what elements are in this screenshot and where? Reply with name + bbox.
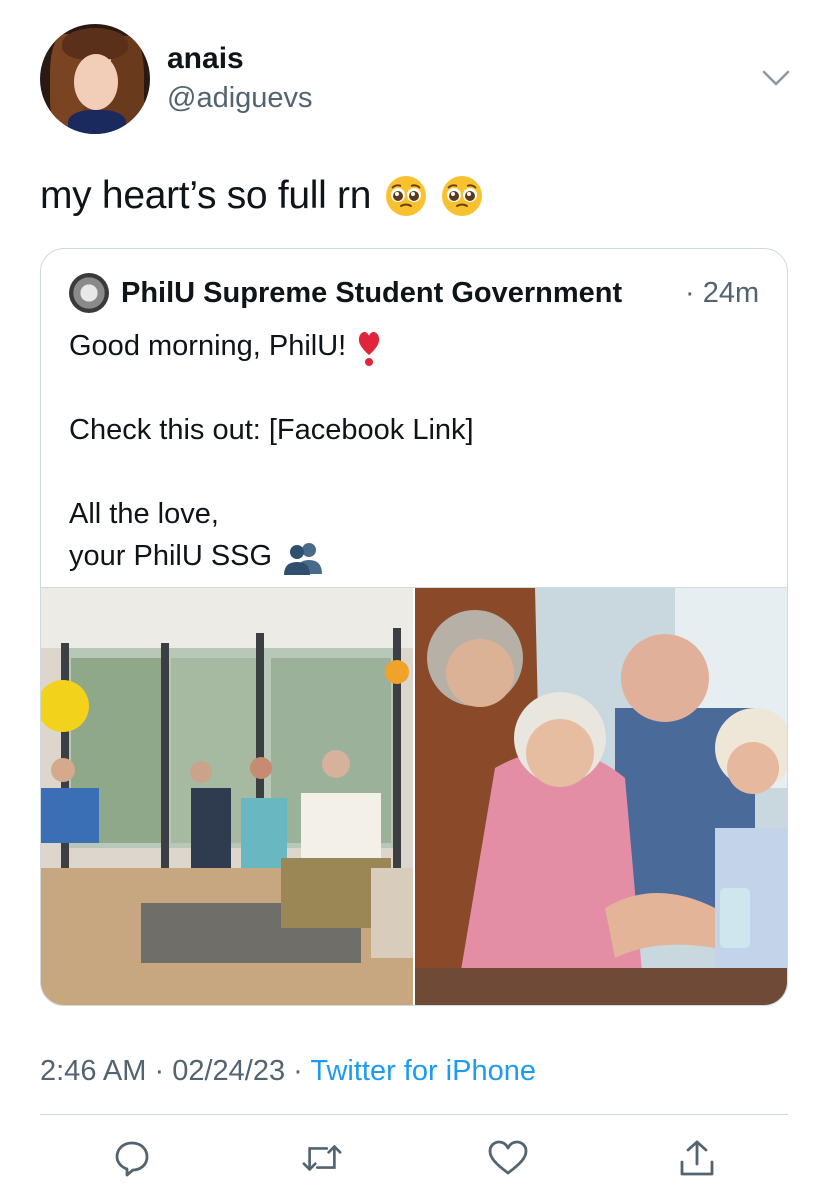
- quoted-tweet-body: Good morning, PhilU! Check this out: [Fa…: [69, 325, 759, 577]
- retweet-icon: [302, 1145, 342, 1171]
- quoted-author-avatar: [69, 273, 109, 313]
- quoted-author-name: PhilU Supreme Student Government: [121, 277, 623, 309]
- reply-button[interactable]: [112, 1138, 152, 1178]
- like-icon: [488, 1140, 528, 1175]
- tweet-source-link[interactable]: Twitter for iPhone: [310, 1055, 536, 1087]
- quoted-time: · 24m: [685, 277, 760, 309]
- media-photo-right[interactable]: [415, 588, 787, 1005]
- tweet-text: my heart’s so full rn: [40, 172, 483, 220]
- author-avatar[interactable]: [40, 24, 150, 134]
- tweet-body: my heart’s so full rn: [40, 174, 372, 217]
- quoted-tweet-card[interactable]: PhilU Supreme Student Government · 24m G…: [40, 248, 788, 1006]
- reply-icon: [115, 1141, 149, 1177]
- pleading-face-icon: [386, 176, 427, 216]
- share-button[interactable]: [677, 1138, 717, 1178]
- media-photo-left[interactable]: [41, 588, 413, 1005]
- tweet-time: 2:46 AM: [40, 1055, 147, 1087]
- tweet-date: 02/24/23: [172, 1055, 286, 1087]
- quoted-line-signoff: All the love,: [69, 498, 219, 531]
- quoted-line-greeting: Good morning, PhilU!: [69, 330, 347, 362]
- author-handle[interactable]: @adiguevs: [167, 80, 313, 116]
- meta-separator: ·: [285, 1055, 311, 1087]
- divider: [40, 1114, 788, 1115]
- busts-in-silhouette-icon: [284, 542, 323, 575]
- like-button[interactable]: [488, 1138, 528, 1178]
- tweet-meta: 2:46 AM · 02/24/23 · Twitter for iPhone: [40, 1052, 536, 1090]
- chevron-down-icon[interactable]: [760, 64, 792, 92]
- quoted-line-signature: your PhilU SSG: [69, 540, 273, 573]
- author-display-name[interactable]: anais: [167, 40, 244, 78]
- heart-exclamation-icon: [359, 332, 380, 367]
- meta-separator: ·: [146, 1055, 173, 1087]
- pleading-face-icon: [442, 176, 483, 216]
- quoted-media-grid[interactable]: [41, 587, 787, 1005]
- share-icon: [680, 1140, 714, 1176]
- retweet-button[interactable]: [302, 1138, 342, 1178]
- quoted-line-link: Check this out: [Facebook Link]: [69, 414, 474, 447]
